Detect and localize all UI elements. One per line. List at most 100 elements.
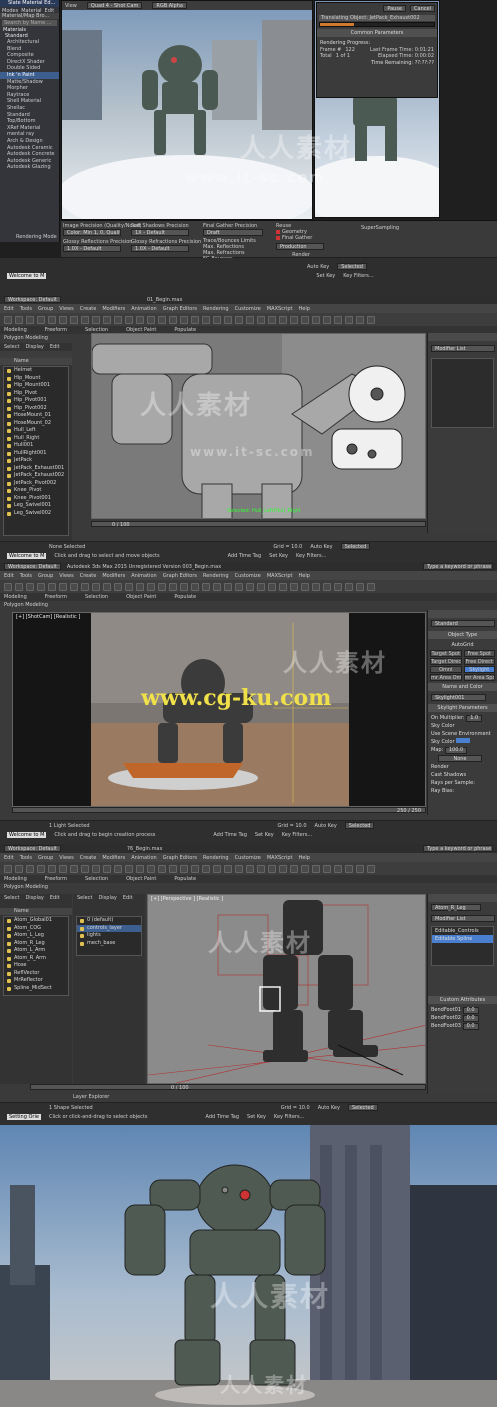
- menu-customize[interactable]: Customize: [235, 573, 261, 579]
- modify-tabs-4[interactable]: [428, 894, 497, 902]
- layer-object-item[interactable]: lights: [77, 932, 141, 940]
- glossy-refractions-field[interactable]: 1.0X - Default: [131, 245, 189, 252]
- toolbar-tool-icon[interactable]: [70, 315, 78, 324]
- ribbon-tab-populate[interactable]: Populate: [174, 876, 196, 882]
- ribbon-tab-modeling[interactable]: Modeling: [4, 594, 27, 600]
- toolbar-tool-icon[interactable]: [367, 864, 375, 873]
- toolbar-tool-icon[interactable]: [356, 582, 364, 591]
- toolbar-tool-icon[interactable]: [202, 315, 210, 324]
- modifier-editable-controls[interactable]: Editable_Controls: [432, 927, 493, 935]
- toolbar-tool-icon[interactable]: [345, 582, 353, 591]
- menu-animation[interactable]: Animation: [131, 573, 157, 579]
- custom-attributes-rollout[interactable]: Custom Attributes: [428, 996, 497, 1004]
- modifier-editable-spline[interactable]: Editable Spline: [432, 935, 493, 943]
- viewport-label-4[interactable]: [+] [Perspective ] [Realistic ]: [151, 896, 223, 902]
- toolbar-tool-icon[interactable]: [37, 582, 45, 591]
- on-checkbox[interactable]: On: [431, 715, 438, 721]
- toolbar-tool-icon[interactable]: [26, 582, 34, 591]
- toolbar-tool-icon[interactable]: [59, 864, 67, 873]
- layer-tab-display[interactable]: Display: [98, 895, 116, 901]
- layer-item[interactable]: Atom_COG: [4, 925, 68, 933]
- search-input-3[interactable]: Type a keyword or phrase: [423, 563, 493, 570]
- toolbar-tool-icon[interactable]: [15, 582, 23, 591]
- toolbar-tool-icon[interactable]: [169, 315, 177, 324]
- toolbar-tool-icon[interactable]: [180, 315, 188, 324]
- add-time-tag-4[interactable]: Add Time Tag: [205, 1114, 239, 1120]
- ribbon-tab-selection[interactable]: Selection: [85, 594, 108, 600]
- toolbar-tool-icon[interactable]: [92, 864, 100, 873]
- toolbar-tool-icon[interactable]: [147, 864, 155, 873]
- timeline-4[interactable]: 0 / 100: [30, 1084, 426, 1091]
- toolbar-tool-icon[interactable]: [103, 315, 111, 324]
- timeline-2[interactable]: 0 / 100: [91, 521, 426, 528]
- toolbar-tool-icon[interactable]: [191, 864, 199, 873]
- light-button-free-direct[interactable]: Free Direct: [463, 658, 495, 665]
- toolbar-tool-icon[interactable]: [334, 582, 342, 591]
- scene-object-item[interactable]: HoseMount_01: [4, 412, 68, 420]
- skylight-params-rollout[interactable]: Skylight Parameters: [428, 704, 497, 712]
- set-key-button[interactable]: Set Key: [316, 273, 335, 279]
- modifier-list-dropdown[interactable]: Modifier List: [431, 345, 495, 352]
- object-name-field[interactable]: Atom_R_Leg: [431, 904, 481, 911]
- polygon-modeling-label-3[interactable]: Polygon Modeling: [4, 602, 48, 608]
- pause-button[interactable]: Pause: [383, 5, 407, 12]
- ribbon-tab-modeling[interactable]: Modeling: [4, 327, 27, 333]
- menu-modifiers[interactable]: Modifiers: [102, 855, 125, 861]
- menu-rendering[interactable]: Rendering: [203, 573, 229, 579]
- toolbar-tool-icon[interactable]: [180, 864, 188, 873]
- menu-edit[interactable]: Edit: [4, 306, 14, 312]
- toolbar-tool-icon[interactable]: [290, 315, 298, 324]
- tab-edit[interactable]: Edit: [50, 344, 60, 350]
- toolbar-tool-icon[interactable]: [246, 315, 254, 324]
- toolbar-tool-icon[interactable]: [213, 582, 221, 591]
- menu-modifiers[interactable]: Modifiers: [102, 573, 125, 579]
- light-button-free-spot[interactable]: Free Spot: [463, 650, 495, 657]
- toolbar-tool-icon[interactable]: [312, 315, 320, 324]
- layer-object-item[interactable]: mech_base: [77, 940, 141, 948]
- material-item[interactable]: Autodesk Glazing: [0, 164, 59, 171]
- ribbon-tab-modeling[interactable]: Modeling: [4, 876, 27, 882]
- layer-object-item[interactable]: 0 (default): [77, 917, 141, 925]
- light-button-target-spot[interactable]: Target Spot: [430, 650, 462, 657]
- toolbar-tool-icon[interactable]: [246, 864, 254, 873]
- menu-tools[interactable]: Tools: [20, 855, 32, 861]
- scene-object-item[interactable]: JetPack: [4, 457, 68, 465]
- viewport-3[interactable]: [+] [ShotCam] [Realistic ] www.cg-ku.com…: [12, 612, 426, 807]
- menu-create[interactable]: Create: [80, 855, 97, 861]
- toolbar-tool-icon[interactable]: [169, 582, 177, 591]
- material-item[interactable]: Composite: [0, 52, 59, 59]
- toolbar-tool-icon[interactable]: [235, 582, 243, 591]
- object-type-rollout[interactable]: Object Type: [428, 631, 497, 639]
- soft-shadows-field[interactable]: 1X - Default: [131, 229, 189, 236]
- ribbon-tab-freeform[interactable]: Freeform: [45, 876, 67, 882]
- material-item[interactable]: mental ray: [0, 131, 59, 138]
- sky-color-option[interactable]: Sky Color: [431, 739, 455, 745]
- channel-select[interactable]: RGB Alpha: [152, 2, 187, 9]
- material-item[interactable]: Shell Material: [0, 98, 59, 105]
- viewport-select[interactable]: Quad 4 - Shot Cam: [86, 2, 143, 9]
- scene-object-item[interactable]: Hip_Pivot002: [4, 405, 68, 413]
- layer-item[interactable]: ReflVector: [4, 970, 68, 978]
- toolbar-tool-icon[interactable]: [158, 315, 166, 324]
- auto-key-button-2[interactable]: Auto Key: [310, 544, 332, 550]
- name-column-header[interactable]: Name: [0, 358, 72, 365]
- material-item[interactable]: Top/Bottom: [0, 118, 59, 125]
- use-scene-env-radio[interactable]: Use Scene Environment: [428, 730, 497, 738]
- toolbar-tool-icon[interactable]: [114, 315, 122, 324]
- menu-graph-editors[interactable]: Graph Editors: [163, 306, 197, 312]
- material-item[interactable]: Blend: [0, 46, 59, 53]
- polygon-modeling-label[interactable]: Polygon Modeling: [4, 335, 48, 341]
- polygon-modeling-label-4[interactable]: Polygon Modeling: [4, 884, 48, 890]
- light-name-field[interactable]: Skylight001: [431, 694, 486, 701]
- toolbar-tool-icon[interactable]: [48, 864, 56, 873]
- layer-item[interactable]: Atom_L_Leg: [4, 932, 68, 940]
- final-gather-lock-icon[interactable]: [276, 236, 280, 240]
- light-button-skylight[interactable]: Skylight: [463, 666, 495, 673]
- layer-item[interactable]: MrReflector: [4, 977, 68, 985]
- workspace-select-4[interactable]: Workspace: Default: [4, 845, 61, 852]
- material-item[interactable]: DirectX Shader: [0, 59, 59, 66]
- toolbar-tool-icon[interactable]: [125, 864, 133, 873]
- bend-field[interactable]: 0.0: [462, 1014, 479, 1022]
- toolbar-tool-icon[interactable]: [279, 582, 287, 591]
- light-button-mr-area-spot[interactable]: mr Area Spot: [463, 674, 495, 681]
